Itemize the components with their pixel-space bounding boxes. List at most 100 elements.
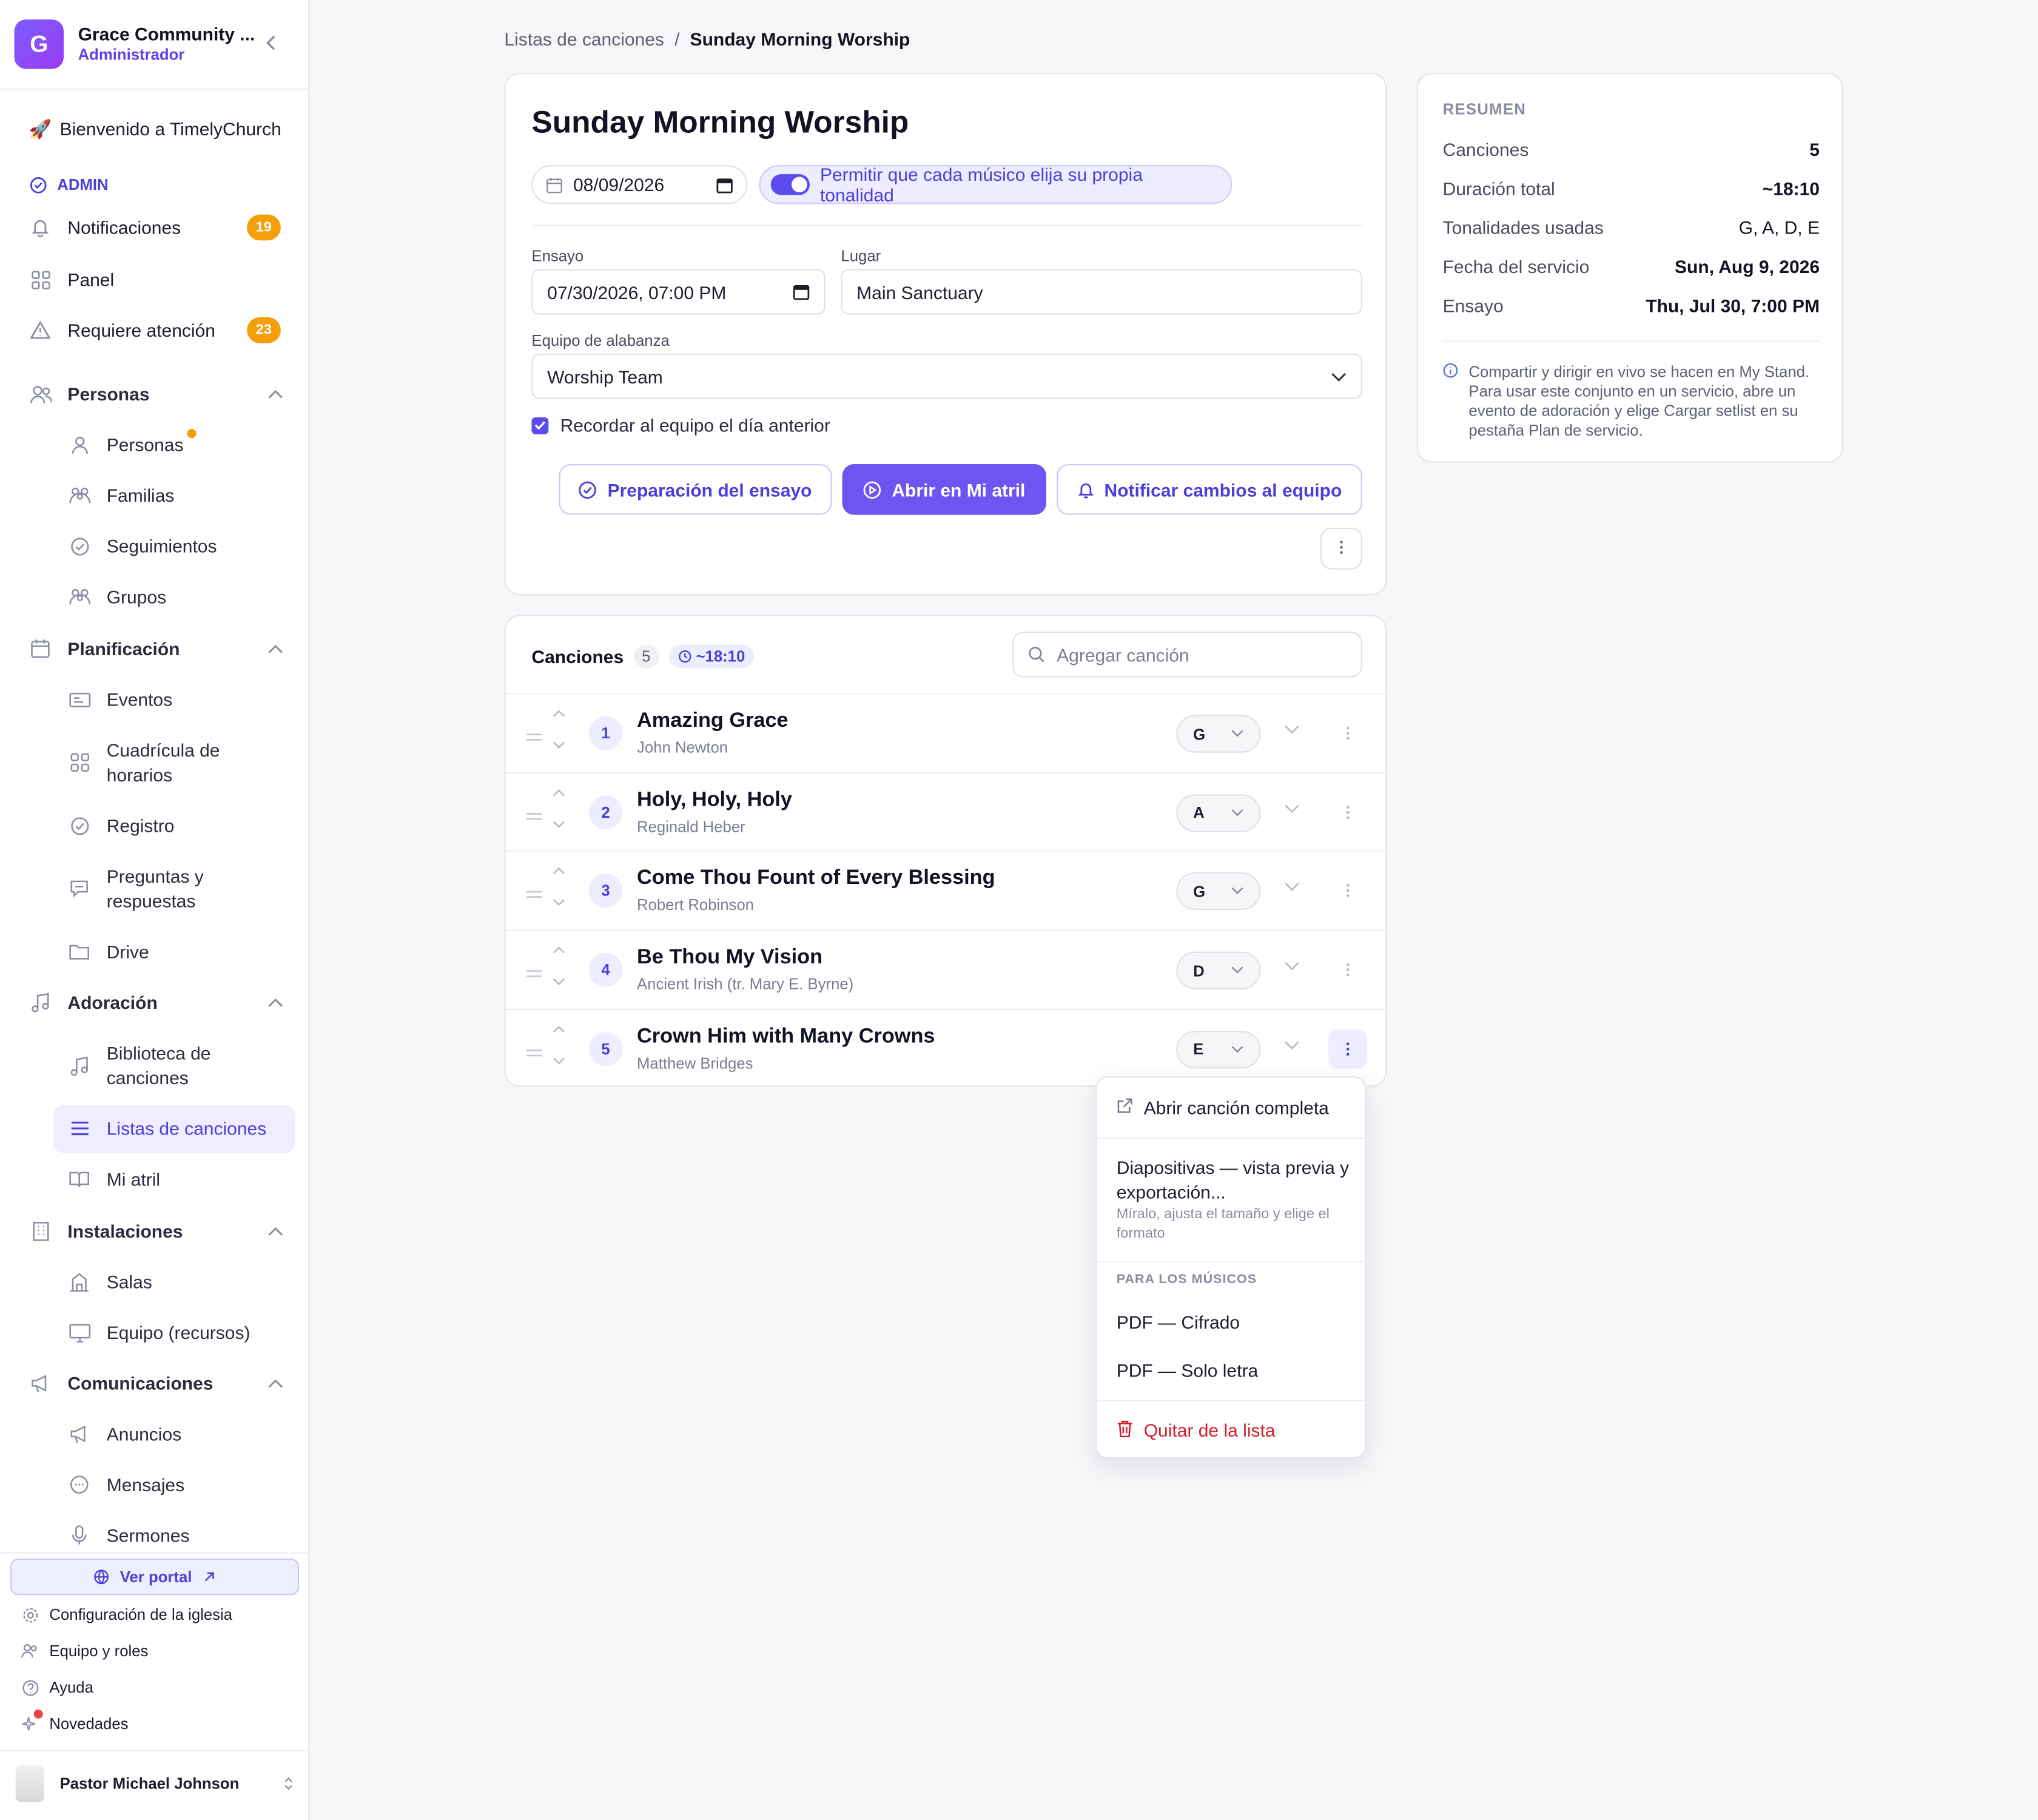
church-settings-link[interactable]: Configuración de la iglesia — [21, 1605, 232, 1623]
welcome-link[interactable]: 🚀 Bienvenido a TimelyChurch — [29, 117, 281, 141]
section-adoracion[interactable]: Adoración — [29, 991, 283, 1014]
rehearsal-label: Ensayo — [531, 247, 584, 266]
song-row[interactable]: 1 Amazing Grace John Newton G — [505, 693, 1386, 772]
pdf-chords-item[interactable]: PDF — Cifrado — [1117, 1312, 1240, 1332]
sidebar-item-equipo-recursos[interactable]: Equipo (recursos) — [67, 1321, 251, 1345]
team-roles-link[interactable]: Equipo y roles — [21, 1642, 148, 1660]
expand-chevron-icon[interactable] — [1284, 1039, 1300, 1054]
reorder-controls[interactable] — [551, 1023, 567, 1076]
view-portal-button[interactable]: Ver portal — [10, 1559, 299, 1596]
song-title[interactable]: Amazing Grace — [637, 710, 789, 733]
open-full-song-item[interactable]: Abrir canción completa — [1117, 1097, 1329, 1118]
song-row[interactable]: 2 Holy, Holy, Holy Reginald Heber A — [505, 772, 1386, 851]
song-title[interactable]: Come Thou Fount of Every Blessing — [637, 868, 995, 891]
more-options-button[interactable] — [1320, 528, 1362, 570]
sidebar-item-listas[interactable]: Listas de canciones — [67, 1117, 266, 1141]
expand-chevron-icon[interactable] — [1284, 960, 1300, 976]
open-in-stand-button[interactable]: Abrir en Mi atril — [842, 464, 1046, 515]
notify-team-button[interactable]: Notificar cambios al equipo — [1057, 464, 1362, 515]
song-menu-button[interactable] — [1328, 872, 1367, 911]
date-picker-icon[interactable] — [793, 283, 810, 300]
key-select[interactable]: G — [1176, 715, 1261, 753]
section-personas[interactable]: Personas — [29, 382, 283, 406]
sidebar-item-anuncios[interactable]: Anuncios — [67, 1422, 181, 1446]
user-menu[interactable]: Pastor Michael Johnson — [15, 1765, 294, 1802]
sidebar-item-seguimientos[interactable]: Seguimientos — [67, 534, 217, 559]
song-menu-button[interactable] — [1328, 713, 1367, 752]
search-placeholder: Agregar canción — [1057, 644, 1189, 666]
reorder-controls[interactable] — [551, 865, 567, 918]
drag-handle-icon[interactable] — [526, 1042, 542, 1060]
reorder-controls[interactable] — [551, 944, 567, 997]
sidebar-item-familias[interactable]: Familias — [67, 484, 174, 508]
rehearsal-prep-button[interactable]: Preparación del ensayo — [559, 464, 832, 515]
reorder-controls[interactable] — [551, 707, 567, 761]
divider — [1442, 340, 1820, 342]
reminder-checkbox-row[interactable]: Recordar al equipo el día anterior — [531, 415, 830, 436]
key-select[interactable]: G — [1176, 872, 1261, 911]
song-author: Matthew Bridges — [637, 1054, 753, 1073]
sidebar-item-requiere-atencion[interactable]: Requiere atención 23 — [29, 317, 281, 343]
song-number: 3 — [588, 874, 623, 908]
sidebar-item-mi-atril[interactable]: Mi atril — [67, 1167, 160, 1191]
date-picker-icon[interactable] — [716, 176, 733, 193]
service-date-input[interactable]: 08/09/2026 — [531, 165, 748, 204]
sidebar-item-eventos[interactable]: Eventos — [67, 688, 172, 712]
sidebar-item-preguntas[interactable]: Preguntas y respuestas — [67, 864, 262, 914]
section-planificacion[interactable]: Planificación — [29, 637, 283, 661]
song-title[interactable]: Crown Him with Many Crowns — [637, 1025, 935, 1049]
song-row[interactable]: 4 Be Thou My Vision Ancient Irish (tr. Mar… — [505, 929, 1386, 1009]
sidebar-item-registro[interactable]: Registro — [67, 814, 174, 838]
pdf-lyrics-item[interactable]: PDF — Solo letra — [1117, 1360, 1258, 1380]
section-comunicaciones[interactable]: Comunicaciones — [29, 1372, 283, 1395]
sidebar-item-biblioteca[interactable]: Biblioteca de canciones — [67, 1041, 262, 1090]
section-instalaciones[interactable]: Instalaciones — [29, 1219, 283, 1243]
sidebar-item-sermones[interactable]: Sermones — [67, 1523, 189, 1548]
song-menu-button[interactable] — [1328, 1029, 1368, 1068]
drag-handle-icon[interactable] — [526, 806, 542, 824]
sidebar-item-panel[interactable]: Panel — [29, 268, 114, 291]
song-menu-button[interactable] — [1328, 792, 1367, 831]
expand-chevron-icon[interactable] — [1284, 881, 1300, 897]
song-row[interactable]: 3 Come Thou Fount of Every Blessing Robert… — [505, 851, 1386, 930]
rehearsal-datetime-input[interactable]: 07/30/2026, 07:00 PM — [531, 269, 826, 315]
summary-title: RESUMEN — [1442, 100, 1527, 118]
drag-handle-icon[interactable] — [526, 885, 542, 903]
drag-handle-icon[interactable] — [526, 727, 542, 745]
check-circle-icon — [67, 814, 91, 838]
worship-team-select[interactable]: Worship Team — [531, 353, 1362, 399]
drag-handle-icon[interactable] — [526, 963, 542, 982]
expand-chevron-icon[interactable] — [1284, 723, 1300, 738]
sidebar-item-drive[interactable]: Drive — [67, 940, 149, 964]
key-select[interactable]: A — [1176, 794, 1261, 832]
breadcrumb-current: Sunday Morning Worship — [690, 29, 910, 50]
key-select[interactable]: E — [1176, 1030, 1261, 1068]
reorder-controls[interactable] — [551, 786, 567, 840]
sidebar-item-personas[interactable]: Personas — [67, 429, 197, 457]
toggle-switch[interactable] — [770, 174, 810, 195]
sidebar-item-salas[interactable]: Salas — [67, 1270, 152, 1295]
breadcrumb-parent-link[interactable]: Listas de canciones — [504, 29, 664, 49]
org-switcher[interactable]: G Grace Community ... Administrador — [14, 18, 295, 70]
place-input[interactable]: Main Sanctuary — [841, 269, 1362, 315]
key-select[interactable]: D — [1176, 951, 1261, 989]
sidebar-item-notificaciones[interactable]: Notificaciones 19 — [29, 214, 281, 241]
remove-from-list-item[interactable]: Quitar de la lista — [1117, 1420, 1276, 1440]
link-label: Novedades — [49, 1714, 129, 1733]
song-title[interactable]: Holy, Holy, Holy — [637, 789, 792, 812]
sidebar-item-cuadricula[interactable]: Cuadrícula de horarios — [67, 738, 262, 787]
own-key-toggle[interactable]: Permitir que cada músico elija su propia… — [759, 164, 1233, 206]
help-link[interactable]: Ayuda — [21, 1678, 93, 1696]
slides-item[interactable]: Diapositivas — vista previa y exportació… — [1117, 1156, 1351, 1205]
reminder-checkbox[interactable] — [531, 416, 549, 434]
song-menu-button[interactable] — [1328, 951, 1367, 989]
whats-new-link[interactable]: Novedades — [21, 1709, 129, 1733]
sidebar-item-grupos[interactable]: Grupos — [67, 585, 166, 609]
expand-chevron-icon[interactable] — [1284, 801, 1300, 817]
sidebar-item-label: Registro — [106, 815, 175, 836]
song-title[interactable]: Be Thou My Vision — [637, 946, 822, 970]
collapse-sidebar-icon[interactable] — [265, 34, 300, 56]
sidebar-item-mensajes[interactable]: Mensajes — [67, 1473, 184, 1497]
add-song-search[interactable]: Agregar canción — [1012, 632, 1362, 678]
summary-card: RESUMEN Canciones 5 Duración total ~18:10 … — [1416, 73, 1843, 463]
